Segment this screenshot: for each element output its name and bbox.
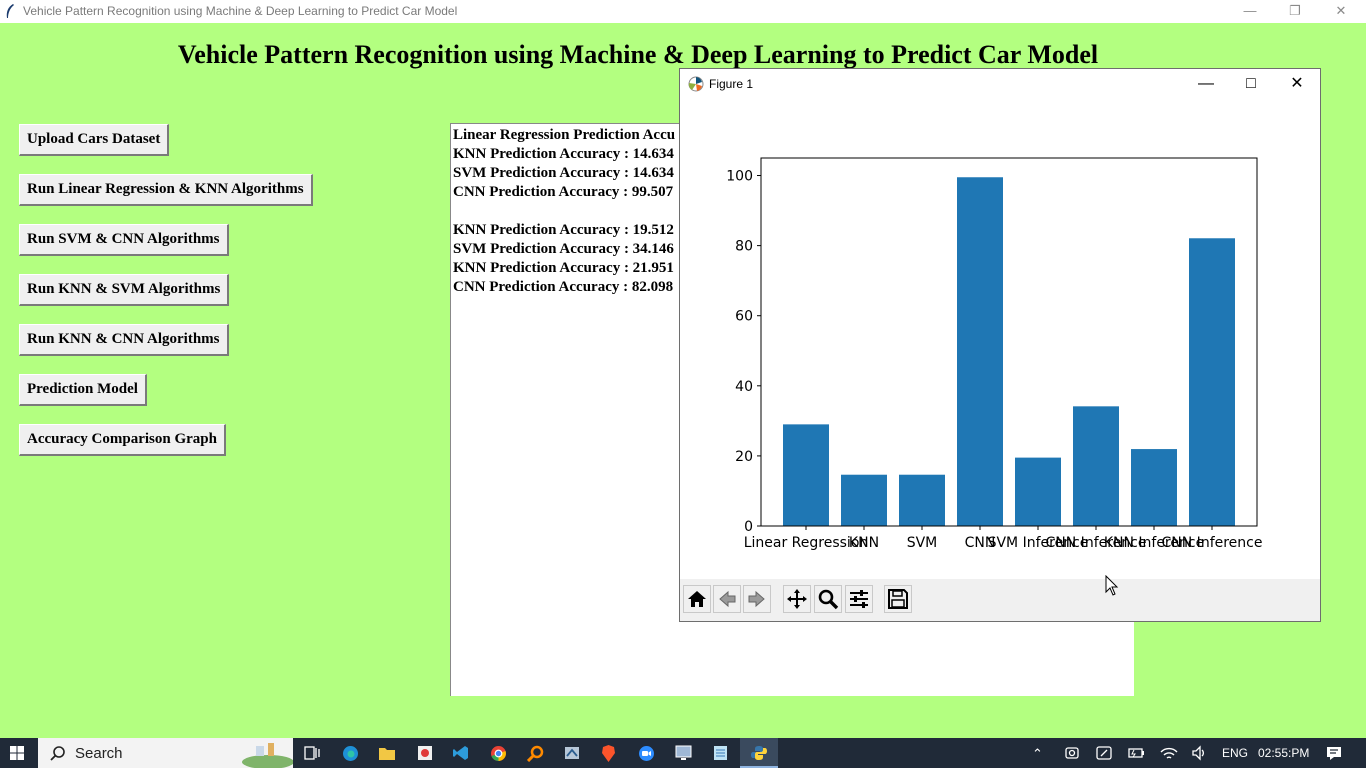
zoom-button[interactable]	[814, 585, 842, 613]
python-taskbar-item[interactable]	[740, 738, 778, 768]
run-svm-cnn-button[interactable]: Run SVM & CNN Algorithms	[19, 224, 229, 256]
task-view-icon[interactable]	[304, 746, 320, 760]
output-line: CNN Prediction Accuracy : 82.098	[453, 279, 674, 295]
window-title: Vehicle Pattern Recognition using Machin…	[23, 4, 458, 18]
accuracy-graph-button[interactable]: Accuracy Comparison Graph	[19, 424, 226, 456]
figure-titlebar: Figure 1 — □ ✕	[680, 69, 1320, 99]
app-icon-monitor[interactable]	[675, 745, 692, 761]
output-line: KNN Prediction Accuracy : 19.512	[453, 222, 674, 238]
restore-button[interactable]: ❐	[1272, 0, 1318, 23]
figure-close-button[interactable]: ✕	[1274, 69, 1320, 99]
volume-icon[interactable]	[1191, 745, 1207, 761]
pan-button[interactable]	[783, 585, 811, 613]
file-explorer-icon[interactable]	[378, 745, 396, 761]
python-icon	[751, 746, 767, 760]
app-icon-red[interactable]	[417, 745, 433, 761]
chart-bar	[1015, 457, 1061, 526]
app-icon-window[interactable]	[564, 745, 580, 761]
x-tick-label: SVM	[907, 535, 938, 551]
forward-icon	[748, 590, 765, 608]
forward-button[interactable]	[743, 585, 771, 613]
output-line: KNN Prediction Accuracy : 21.951	[453, 260, 674, 276]
chart-bar	[841, 474, 887, 526]
back-button[interactable]	[713, 585, 741, 613]
x-tick-label: CNN Inference	[1162, 535, 1263, 551]
chart-bar	[957, 177, 1003, 526]
zoom-icon	[818, 589, 839, 610]
minimize-button[interactable]: —	[1227, 0, 1273, 23]
wifi-icon[interactable]	[1160, 745, 1178, 761]
search-highlight-icon	[242, 743, 293, 768]
chart-bar	[899, 474, 945, 526]
zoom-app-icon[interactable]	[638, 745, 655, 762]
figure-toolbar	[680, 579, 1320, 621]
run-knn-cnn-button[interactable]: Run KNN & CNN Algorithms	[19, 324, 229, 356]
y-tick-label: 80	[735, 239, 753, 255]
save-icon	[888, 589, 908, 609]
search-app-icon[interactable]	[527, 745, 544, 762]
output-line: Linear Regression Prediction Accu	[453, 127, 676, 143]
axes-frame	[760, 157, 1258, 527]
run-knn-svm-button[interactable]: Run KNN & SVM Algorithms	[19, 274, 230, 306]
x-tick-label: KNN	[849, 535, 879, 551]
tray-chevron-icon[interactable]: ⌃	[1032, 746, 1043, 762]
back-icon	[719, 590, 736, 608]
tk-feather-icon	[6, 4, 14, 18]
tray-network-status-icon[interactable]	[1096, 745, 1112, 761]
chart-bar	[783, 424, 829, 526]
close-button[interactable]: ✕	[1318, 0, 1364, 23]
y-tick-label: 100	[726, 169, 753, 185]
chrome-icon[interactable]	[490, 745, 507, 762]
battery-icon[interactable]	[1127, 745, 1145, 761]
y-tick-label: 60	[735, 309, 753, 325]
language-indicator[interactable]: ENG	[1222, 746, 1248, 760]
mouse-cursor	[1105, 575, 1119, 596]
y-tick-label: 20	[735, 449, 753, 465]
windows-start-icon[interactable]	[10, 746, 24, 760]
output-line: SVM Prediction Accuracy : 14.634	[453, 165, 674, 181]
output-line: SVM Prediction Accuracy : 34.146	[453, 241, 674, 257]
edge-icon[interactable]	[342, 745, 359, 762]
y-tick-label: 0	[744, 519, 753, 535]
save-button[interactable]	[884, 585, 912, 613]
taskbar-search[interactable]: Search	[38, 738, 293, 768]
brave-icon[interactable]	[601, 745, 616, 762]
pan-icon	[787, 589, 807, 609]
figure-maximize-button[interactable]: □	[1228, 69, 1274, 99]
taskbar: Search ⌃ ENG 02:55:PM	[0, 738, 1366, 768]
y-tick-label: 40	[735, 379, 753, 395]
figure-window[interactable]: Figure 1 — □ ✕ 0 20 40 60 80 100 Linear Regres…	[679, 68, 1321, 622]
app-heading: Vehicle Pattern Recognition using Machin…	[177, 40, 1099, 69]
output-line: CNN Prediction Accuracy : 99.507	[453, 184, 674, 200]
matplotlib-icon	[688, 76, 704, 92]
configure-button[interactable]	[845, 585, 873, 613]
output-line: KNN Prediction Accuracy : 14.634	[453, 146, 674, 162]
clock[interactable]: 02:55:PM	[1258, 746, 1309, 760]
search-label: Search	[75, 745, 123, 762]
figure-title: Figure 1	[709, 77, 754, 91]
chart-bar	[1189, 238, 1235, 526]
run-lr-knn-button[interactable]: Run Linear Regression & KNN Algorithms	[19, 174, 313, 206]
bar-chart: 020406080100Linear RegressionKNN SVM CNNSV…	[726, 157, 1263, 551]
search-icon	[50, 746, 65, 761]
tray-camera-icon[interactable]	[1064, 745, 1080, 761]
chart-bar	[1131, 449, 1177, 526]
configure-icon	[850, 590, 868, 608]
notifications-icon[interactable]	[1326, 745, 1342, 761]
window-titlebar: Vehicle Pattern Recognition using Machin…	[0, 0, 1366, 23]
figure-minimize-button[interactable]: —	[1183, 69, 1229, 99]
upload-dataset-button[interactable]: Upload Cars Dataset	[19, 124, 170, 156]
home-button[interactable]	[683, 585, 711, 613]
home-icon	[688, 591, 706, 607]
notepad-icon[interactable]	[713, 745, 728, 761]
prediction-model-button[interactable]: Prediction Model	[19, 374, 147, 406]
chart-bar	[1073, 406, 1119, 526]
vscode-icon[interactable]	[453, 745, 469, 761]
